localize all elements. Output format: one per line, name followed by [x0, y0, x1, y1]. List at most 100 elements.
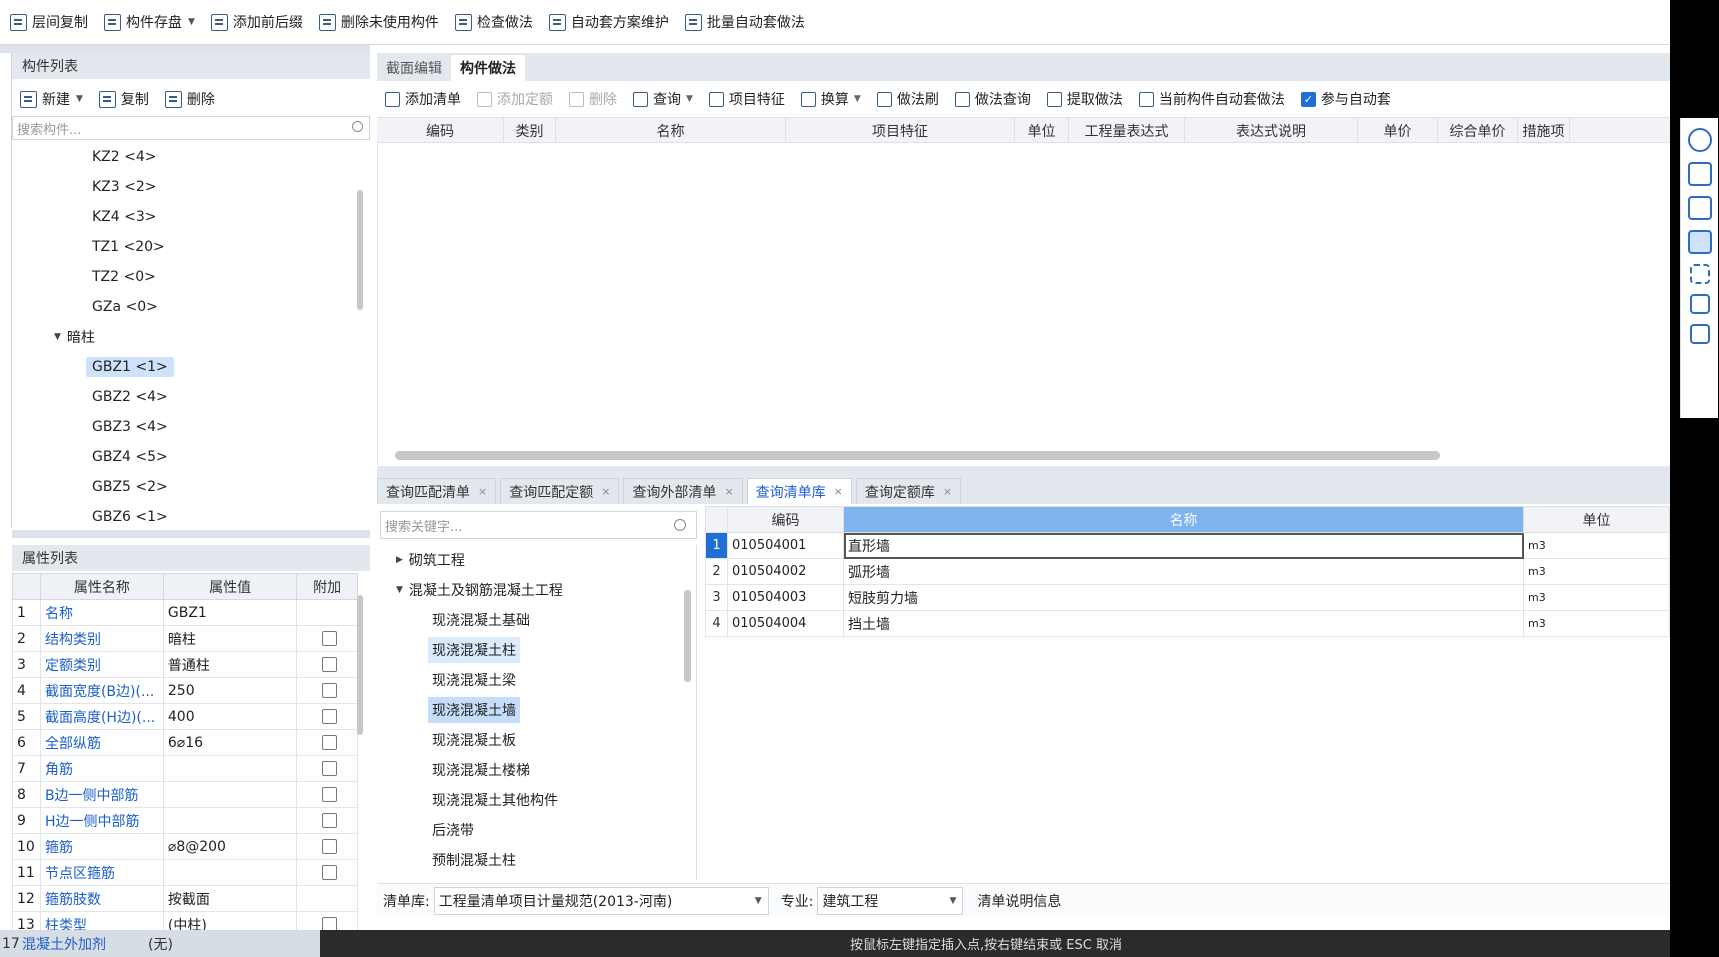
- library-tree-item[interactable]: 现浇混凝土其他构件: [380, 785, 696, 815]
- attach-checkbox[interactable]: [321, 683, 337, 698]
- library-tree-item[interactable]: 现浇混凝土板: [380, 725, 696, 755]
- attach-checkbox[interactable]: [321, 865, 337, 880]
- auto-apply-checkbox[interactable]: ✓ 参与自动套: [1293, 89, 1399, 109]
- library-tree-item[interactable]: 预制混凝土柱: [380, 845, 696, 875]
- chevron-down-icon[interactable]: ▼: [54, 332, 61, 342]
- tree-item[interactable]: TZ1 <20>: [12, 232, 358, 262]
- fullscreen-icon[interactable]: [1689, 264, 1710, 284]
- property-value[interactable]: 按截面: [162, 885, 298, 912]
- property-value[interactable]: 6⌀16: [162, 729, 298, 756]
- splitter[interactable]: [377, 466, 1670, 476]
- close-icon[interactable]: ×: [478, 485, 487, 498]
- major-select[interactable]: 建筑工程 ▼: [817, 886, 964, 915]
- table-row[interactable]: 4 010504004 挡土墙 m3: [705, 610, 1670, 637]
- method-button-6[interactable]: 做法刷: [869, 89, 947, 109]
- property-row[interactable]: 3 定额类别 普通柱: [12, 651, 358, 678]
- method-column-header[interactable]: 措施项: [1518, 118, 1570, 144]
- table-row[interactable]: 1 010504001 直形墙 m3: [705, 532, 1670, 559]
- tree-item[interactable]: ▼ 暗柱: [12, 322, 358, 352]
- attach-checkbox[interactable]: [321, 735, 337, 750]
- method-column-header[interactable]: 综合单价: [1438, 118, 1518, 144]
- property-value[interactable]: ⌀8@200: [162, 833, 298, 860]
- property-row[interactable]: 12 箍筋肢数 按截面: [12, 885, 358, 912]
- query-tab-1[interactable]: 查询匹配定额 ×: [500, 478, 620, 504]
- tree-item[interactable]: GBZ3 <4>: [12, 412, 358, 442]
- tree-item[interactable]: GBZ2 <4>: [12, 382, 358, 412]
- tree-item[interactable]: GBZ4 <5>: [12, 442, 358, 472]
- library-tree-item[interactable]: 现浇混凝土墙: [380, 695, 696, 725]
- method-button-8[interactable]: 提取做法: [1039, 89, 1131, 109]
- query-tab-3[interactable]: 查询清单库 ×: [746, 478, 852, 504]
- 3d-view-icon[interactable]: [1687, 162, 1712, 186]
- cube-icon[interactable]: [1687, 196, 1712, 220]
- property-value[interactable]: [162, 781, 298, 808]
- property-row[interactable]: 11 节点区箍筋: [12, 859, 358, 886]
- library-tree-item[interactable]: ▶ 砌筑工程: [380, 545, 696, 575]
- table-row[interactable]: 2 010504002 弧形墙 m3: [705, 558, 1670, 585]
- close-icon[interactable]: ×: [724, 485, 733, 498]
- method-column-header[interactable]: 工程量表达式: [1069, 118, 1185, 144]
- tree-item[interactable]: GBZ1 <1>: [12, 352, 358, 382]
- property-row[interactable]: 10 箍筋 ⌀8@200: [12, 833, 358, 860]
- component-scrollbar[interactable]: [357, 190, 363, 310]
- tab-1[interactable]: 构件做法: [451, 55, 525, 81]
- property-row[interactable]: 7 角筋: [12, 755, 358, 782]
- toolbar-button-0[interactable]: 层间复制: [2, 7, 96, 37]
- table-row[interactable]: 3 010504003 短肢剪力墙 m3: [705, 584, 1670, 611]
- attach-checkbox[interactable]: [321, 839, 337, 854]
- method-button-1[interactable]: 添加定额: [469, 89, 561, 109]
- query-tab-0[interactable]: 查询匹配清单 ×: [377, 478, 497, 504]
- library-tree-item[interactable]: 现浇混凝土楼梯: [380, 755, 696, 785]
- toolbar-button-5[interactable]: 自动套方案维护: [541, 7, 677, 37]
- library-select[interactable]: 工程量清单项目计量规范(2013-河南) ▼: [433, 886, 769, 915]
- method-button-2[interactable]: 删除: [561, 89, 625, 109]
- chevron-down-icon[interactable]: ▼: [396, 585, 403, 595]
- property-row[interactable]: 8 B边一侧中部筋: [12, 781, 358, 808]
- query-tab-4[interactable]: 查询定额库 ×: [855, 478, 962, 504]
- tree-item[interactable]: GZa <0>: [12, 292, 358, 322]
- attach-checkbox[interactable]: [321, 787, 337, 802]
- orbit-icon[interactable]: [1687, 128, 1712, 152]
- property-value[interactable]: [162, 807, 298, 834]
- method-column-header[interactable]: 表达式说明: [1185, 118, 1358, 144]
- attach-checkbox[interactable]: [321, 631, 337, 646]
- property-value[interactable]: 普通柱: [162, 651, 298, 678]
- attach-checkbox[interactable]: [321, 657, 337, 672]
- tree-item[interactable]: KZ4 <3>: [12, 202, 358, 232]
- tab-0[interactable]: 截面编辑: [377, 55, 451, 81]
- property-row[interactable]: 5 截面高度(H边)(... 400: [12, 703, 358, 730]
- toolbar-button-1[interactable]: 构件存盘 ▼: [96, 7, 203, 37]
- close-icon[interactable]: ×: [834, 485, 843, 498]
- delete-button[interactable]: 删除: [157, 84, 223, 114]
- tree-item[interactable]: GBZ6 <1>: [12, 502, 358, 528]
- property-value[interactable]: 250: [162, 677, 298, 704]
- method-column-header[interactable]: 单价: [1358, 118, 1438, 144]
- property-row[interactable]: 9 H边一侧中部筋: [12, 807, 358, 834]
- library-tree-scrollbar[interactable]: [684, 590, 691, 682]
- method-column-header[interactable]: 类别: [504, 118, 556, 144]
- method-column-header[interactable]: 名称: [556, 118, 786, 144]
- list-info-link[interactable]: 清单说明信息: [977, 891, 1061, 911]
- property-row[interactable]: 4 截面宽度(B边)(... 250: [12, 677, 358, 704]
- tree-item[interactable]: KZ3 <2>: [12, 172, 358, 202]
- method-button-3[interactable]: 查询 ▼: [625, 89, 701, 109]
- close-icon[interactable]: ×: [601, 485, 610, 498]
- method-column-header[interactable]: 编码: [377, 118, 504, 144]
- method-button-0[interactable]: 添加清单: [377, 89, 469, 109]
- toolbar-button-4[interactable]: 检查做法: [447, 7, 541, 37]
- toolbar-button-2[interactable]: 添加前后缀: [203, 7, 311, 37]
- chevron-right-icon[interactable]: ▶: [396, 555, 403, 565]
- property-value[interactable]: [162, 755, 298, 782]
- method-button-5[interactable]: 换算 ▼: [793, 89, 869, 109]
- box-icon[interactable]: [1689, 294, 1710, 314]
- toolbar-button-3[interactable]: 删除未使用构件: [311, 7, 447, 37]
- new-button[interactable]: 新建 ▼: [12, 84, 91, 114]
- tree-item[interactable]: TZ2 <0>: [12, 262, 358, 292]
- method-button-9[interactable]: 当前构件自动套做法: [1131, 89, 1293, 109]
- property-row[interactable]: 2 结构类别 暗柱: [12, 625, 358, 652]
- property-scrollbar[interactable]: [357, 595, 363, 735]
- tree-item[interactable]: GBZ5 <2>: [12, 472, 358, 502]
- component-search-input[interactable]: 搜索构件...: [12, 116, 370, 140]
- library-tree-item[interactable]: ▼ 混凝土及钢筋混凝土工程: [380, 575, 696, 605]
- column-header-name[interactable]: 名称: [843, 506, 1524, 533]
